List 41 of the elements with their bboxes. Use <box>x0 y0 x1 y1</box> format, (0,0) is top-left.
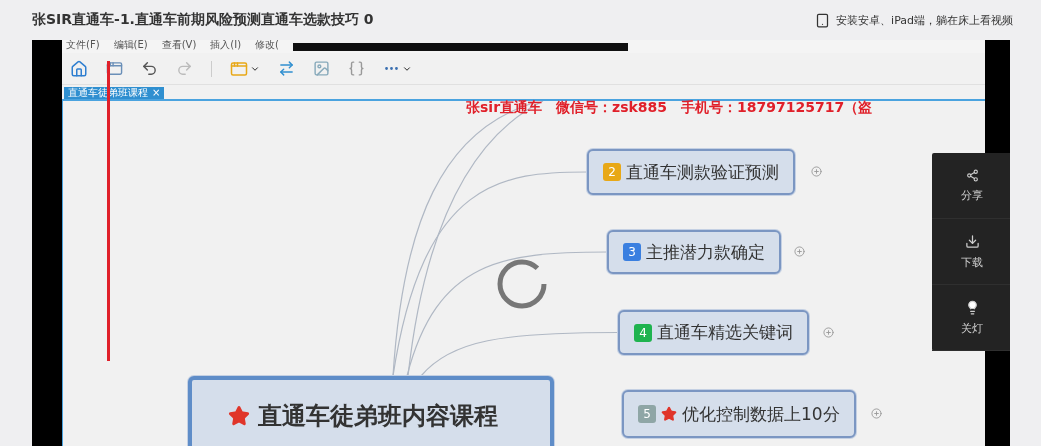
banner-text: 手机号：18797125717（盗 <box>681 99 873 117</box>
swap-arrows-icon[interactable] <box>278 60 295 77</box>
menu-item[interactable]: 修改( <box>255 40 279 50</box>
node-label: 直通车徒弟班内容课程 <box>258 401 498 432</box>
menu-item[interactable]: 查看(V) <box>161 40 197 50</box>
banner-text: 张sir直通车 <box>466 99 543 117</box>
undo-icon[interactable] <box>141 60 158 77</box>
priority-marker: 4 <box>634 323 652 342</box>
video-title: 张SIR直通车-1.直通车前期风险预测直通车选款技巧 0 <box>32 11 374 29</box>
node-label: 直通车精选关键词 <box>657 321 793 344</box>
download-icon <box>964 233 980 249</box>
image-icon[interactable] <box>313 60 330 77</box>
mindmap-node[interactable]: 5 优化控制数据上10分 <box>622 390 856 438</box>
node-label: 主推潜力款确定 <box>646 240 765 264</box>
root-node[interactable]: 直通车徒弟班内容课程 <box>188 376 554 446</box>
share-icon <box>965 168 979 182</box>
brace-icon[interactable] <box>348 60 365 77</box>
expand-icon[interactable] <box>823 326 834 338</box>
menu-item[interactable]: 插入(I) <box>210 40 242 50</box>
document-tab[interactable]: 直通车徒弟班课程 × <box>64 87 165 99</box>
light-button[interactable]: 关灯 <box>932 285 1010 351</box>
menu-item[interactable]: 编辑(E) <box>113 40 148 50</box>
mindmap-node[interactable]: 3 主推潜力款确定 <box>607 230 781 274</box>
priority-marker: 5 <box>638 405 656 423</box>
priority-marker: 3 <box>623 243 641 261</box>
priority-marker: 2 <box>603 163 621 181</box>
redo-icon[interactable] <box>176 60 193 77</box>
mindmap-node[interactable]: 4 直通车精选关键词 <box>618 310 809 355</box>
banner-text: 微信号：zsk885 <box>556 99 668 117</box>
mindmap-node[interactable]: 2 直通车测款验证预测 <box>587 149 795 195</box>
home-icon[interactable] <box>70 59 88 78</box>
tablet-icon <box>815 12 831 28</box>
tab-close[interactable]: × <box>152 87 161 99</box>
share-button[interactable]: 分享 <box>932 153 1010 219</box>
expand-icon[interactable] <box>871 408 882 419</box>
node-label: 优化控制数据上10分 <box>682 402 840 426</box>
expand-icon[interactable] <box>794 246 805 257</box>
app-promo-link[interactable]: 安装安卓、iPad端，躺在床上看视频 <box>836 12 1013 28</box>
download-button[interactable]: 下载 <box>932 219 1010 285</box>
node-label: 直通车测款验证预测 <box>626 160 779 184</box>
expand-icon[interactable] <box>811 166 822 177</box>
